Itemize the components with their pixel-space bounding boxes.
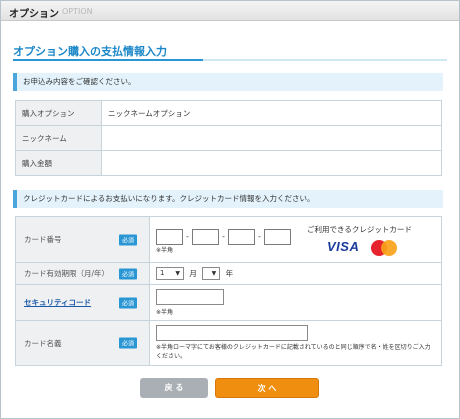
security-label-cell: セキュリティコード 必須	[15, 284, 150, 321]
expiry-month-value: 1	[160, 269, 165, 277]
card-number-row: カード番号 必須 - - - ※半角 ご利用できるクレジットカード VISA	[15, 216, 442, 263]
table-row: ニックネーム	[15, 125, 442, 151]
option-label: 購入オプション	[15, 100, 102, 126]
chevron-down-icon: ▼	[175, 270, 180, 277]
option-value: ニックネームオプション	[101, 100, 442, 126]
window-title: オプション	[9, 9, 59, 20]
expiry-month-select[interactable]: 1 ▼	[156, 267, 184, 280]
holder-label: カード名義	[24, 338, 62, 348]
holder-cell: ※半角ローマ字にてお客様のクレジットカードに記載されているのと同じ順序で名・姓を…	[149, 320, 442, 366]
required-badge: 必須	[118, 337, 137, 349]
card-holder-note: ※半角ローマ字にてお客様のクレジットカードに記載されているのと同じ順序で名・姓を…	[156, 344, 431, 360]
year-unit: 年	[225, 268, 234, 278]
holder-label-cell: カード名義 必須	[15, 320, 150, 366]
card-dash: -	[186, 232, 189, 241]
back-button[interactable]: 戻 る	[140, 378, 208, 398]
option-window: オプション OPTION オプション購入の支払情報入力 お申込み内容をご確認くだ…	[0, 0, 460, 419]
visa-logo: VISA	[327, 239, 360, 254]
required-badge: 必須	[118, 234, 137, 245]
card-number-cell: - - - ※半角 ご利用できるクレジットカード VISA	[149, 216, 442, 263]
mastercard-logo	[371, 240, 397, 256]
amount-label: 購入金額	[15, 150, 102, 176]
required-badge: 必須	[118, 268, 137, 279]
expiry-label-cell: カード有効期限（月/年） 必須	[15, 262, 150, 285]
card-dash: -	[258, 232, 261, 241]
expiry-row: カード有効期限（月/年） 必須 1 ▼ 月 ▼ 年	[15, 262, 442, 285]
page-title: オプション購入の支払情報入力	[13, 45, 167, 58]
table-row: 購入オプション ニックネームオプション	[15, 100, 442, 126]
expiry-year-select[interactable]: ▼	[202, 267, 221, 280]
required-badge: 必須	[118, 297, 137, 308]
card-number-label-cell: カード番号 必須	[15, 216, 150, 263]
confirm-notice: お申込み内容をご確認ください。	[13, 73, 443, 91]
order-summary-table: 購入オプション ニックネームオプション ニックネーム 購入金額	[15, 100, 442, 176]
window-titlebar: オプション OPTION	[1, 1, 459, 21]
security-code-input[interactable]	[156, 289, 224, 305]
security-cell: ※半角	[149, 284, 442, 321]
card-number-note: ※半角	[156, 247, 174, 254]
card-holder-input[interactable]	[156, 325, 308, 341]
month-unit: 月	[189, 268, 197, 278]
card-number-field-4[interactable]	[264, 228, 291, 245]
security-code-note: ※半角	[156, 309, 174, 316]
nickname-value	[101, 125, 442, 151]
card-number-field-3[interactable]	[228, 228, 255, 245]
accepted-cards-label: ご利用できるクレジットカード	[307, 225, 412, 234]
security-row: セキュリティコード 必須 ※半角	[15, 284, 442, 321]
expiry-label: カード有効期限（月/年）	[24, 269, 110, 278]
heading-underline	[13, 59, 447, 61]
card-number-field-2[interactable]	[192, 228, 219, 245]
next-button[interactable]: 次 へ	[215, 378, 319, 398]
card-form-table: カード番号 必須 - - - ※半角 ご利用できるクレジットカード VISA カード…	[15, 216, 442, 366]
chevron-down-icon: ▼	[211, 270, 217, 277]
security-code-link[interactable]: セキュリティコード	[24, 298, 91, 307]
nickname-label: ニックネーム	[15, 125, 102, 151]
table-row: 購入金額	[15, 150, 442, 176]
card-number-field-1[interactable]	[156, 228, 183, 245]
expiry-cell: 1 ▼ 月 ▼ 年	[149, 262, 442, 285]
card-notice: クレジットカードによるお支払いになります。クレジットカード情報を入力ください。	[13, 190, 443, 208]
card-number-label: カード番号	[24, 235, 62, 244]
amount-value	[101, 150, 442, 176]
card-dash: -	[222, 232, 225, 241]
window-subtitle: OPTION	[62, 7, 93, 16]
holder-row: カード名義 必須 ※半角ローマ字にてお客様のクレジットカードに記載されているのと…	[15, 320, 442, 366]
